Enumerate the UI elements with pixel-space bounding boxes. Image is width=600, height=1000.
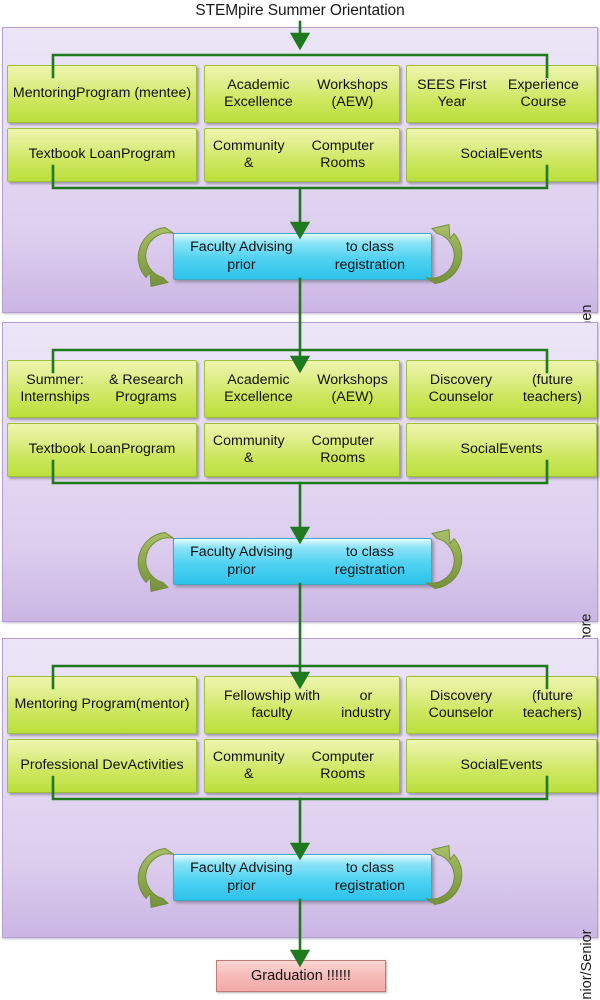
box-text-line: Experience Course	[507, 76, 579, 110]
box-text-line: Events	[499, 146, 543, 163]
activity-box-r2c1[interactable]: Textbook Loan Program	[7, 423, 197, 477]
activity-box-r2c1[interactable]: Textbook Loan Program	[7, 128, 197, 182]
box-text-line: to class registration	[334, 543, 405, 578]
box-text-line: Faculty Advising prior	[190, 543, 293, 578]
box-text-line: or industry	[341, 687, 391, 721]
box-text-line: Faculty Advising prior	[190, 859, 293, 894]
activity-box-r2c2[interactable]: Community & Computer Rooms	[204, 739, 400, 793]
box-text-line: Mentoring	[12, 85, 76, 102]
activity-box-r2c2[interactable]: Community & Computer Rooms	[204, 128, 400, 182]
activity-box-r2c1[interactable]: Professional Dev Activities	[7, 739, 197, 793]
activity-box-r1c2[interactable]: Fellowship with faculty or industry	[204, 676, 400, 734]
box-text-line: Academic Excellence	[224, 76, 293, 110]
box-text-line: Discovery Counselor	[428, 687, 494, 721]
box-text-line: Community &	[212, 137, 285, 171]
box-text-line: Mentoring Program	[14, 696, 136, 713]
box-text-line: Activities	[127, 757, 184, 774]
activity-box-r2c3[interactable]: Social Events	[406, 128, 597, 182]
box-text-line: SEES First Year	[417, 76, 487, 110]
box-text-line: Social	[460, 757, 500, 774]
box-text-line: Academic Excellence	[224, 371, 293, 405]
stage-panel-junior-senior: Mentoring Program (mentor) Fellowship with…	[2, 638, 598, 1000]
box-text-line: (future teachers)	[522, 687, 583, 721]
box-text-line: Program (mentee)	[75, 85, 192, 102]
box-text-line: Community &	[212, 748, 285, 782]
box-text-line: to class registration	[334, 859, 405, 894]
activity-box-r1c1[interactable]: Mentoring Program (mentee)	[7, 65, 197, 123]
box-text-line: Computer Rooms	[311, 137, 374, 171]
box-text-line: Fellowship with faculty	[223, 687, 321, 721]
box-text-line: Program	[120, 441, 176, 458]
box-text-line: Social	[460, 146, 500, 163]
box-text-line: Social	[460, 441, 500, 458]
activity-box-r1c3[interactable]: Discovery Counselor (future teachers)	[406, 360, 597, 418]
box-text-line: Textbook Loan	[28, 441, 121, 458]
activity-box-r1c2[interactable]: Academic Excellence Workshops (AEW)	[204, 65, 400, 123]
box-text-line: (future teachers)	[522, 371, 583, 405]
box-text-line: Events	[499, 441, 543, 458]
activity-box-r2c2[interactable]: Community & Computer Rooms	[204, 423, 400, 477]
flowchart-canvas: STEMpire Summer Orientation Mentoring Pro…	[0, 0, 600, 1000]
box-text-line: (mentor)	[135, 696, 190, 713]
activity-box-r1c1[interactable]: Mentoring Program (mentor)	[7, 676, 197, 734]
box-text-line: Community &	[212, 432, 285, 466]
box-text-line: Textbook Loan	[28, 146, 121, 163]
box-text-line: Professional Dev	[20, 757, 128, 774]
activity-box-r1c3[interactable]: Discovery Counselor (future teachers)	[406, 676, 597, 734]
activity-box-r2c3[interactable]: Social Events	[406, 739, 597, 793]
box-text-line: & Research Programs	[108, 371, 184, 405]
activity-box-r1c1[interactable]: Summer: Internships & Research Programs	[7, 360, 197, 418]
box-text-line: Summer: Internships	[20, 371, 90, 405]
box-text-line: Program	[120, 146, 176, 163]
activity-box-r1c3[interactable]: SEES First Year Experience Course	[406, 65, 597, 123]
faculty-advising-box[interactable]: Faculty Advising prior to class registrat…	[173, 233, 432, 280]
box-text-line: Computer Rooms	[311, 432, 374, 466]
box-text-line: Faculty Advising prior	[190, 238, 293, 273]
box-text-line: Discovery Counselor	[428, 371, 494, 405]
faculty-advising-box[interactable]: Faculty Advising prior to class registrat…	[173, 854, 432, 901]
page-title: STEMpire Summer Orientation	[195, 2, 405, 19]
graduation-node: Graduation !!!!!!	[216, 960, 386, 992]
stage-panel-freshmen: Mentoring Program (mentee) Academic Excell…	[2, 27, 598, 369]
box-text-line: Workshops (AEW)	[317, 76, 388, 110]
box-text-line: Workshops (AEW)	[317, 371, 388, 405]
box-text-line: Events	[499, 757, 543, 774]
stage-panel-sophomore: Summer: Internships & Research Programs Ac…	[2, 322, 598, 688]
box-text-line: Computer Rooms	[311, 748, 374, 782]
stage-label: Junior/Senior	[578, 929, 595, 1000]
box-text-line: to class registration	[334, 238, 405, 273]
faculty-advising-box[interactable]: Faculty Advising prior to class registrat…	[173, 538, 432, 585]
activity-box-r2c3[interactable]: Social Events	[406, 423, 597, 477]
activity-box-r1c2[interactable]: Academic Excellence Workshops (AEW)	[204, 360, 400, 418]
